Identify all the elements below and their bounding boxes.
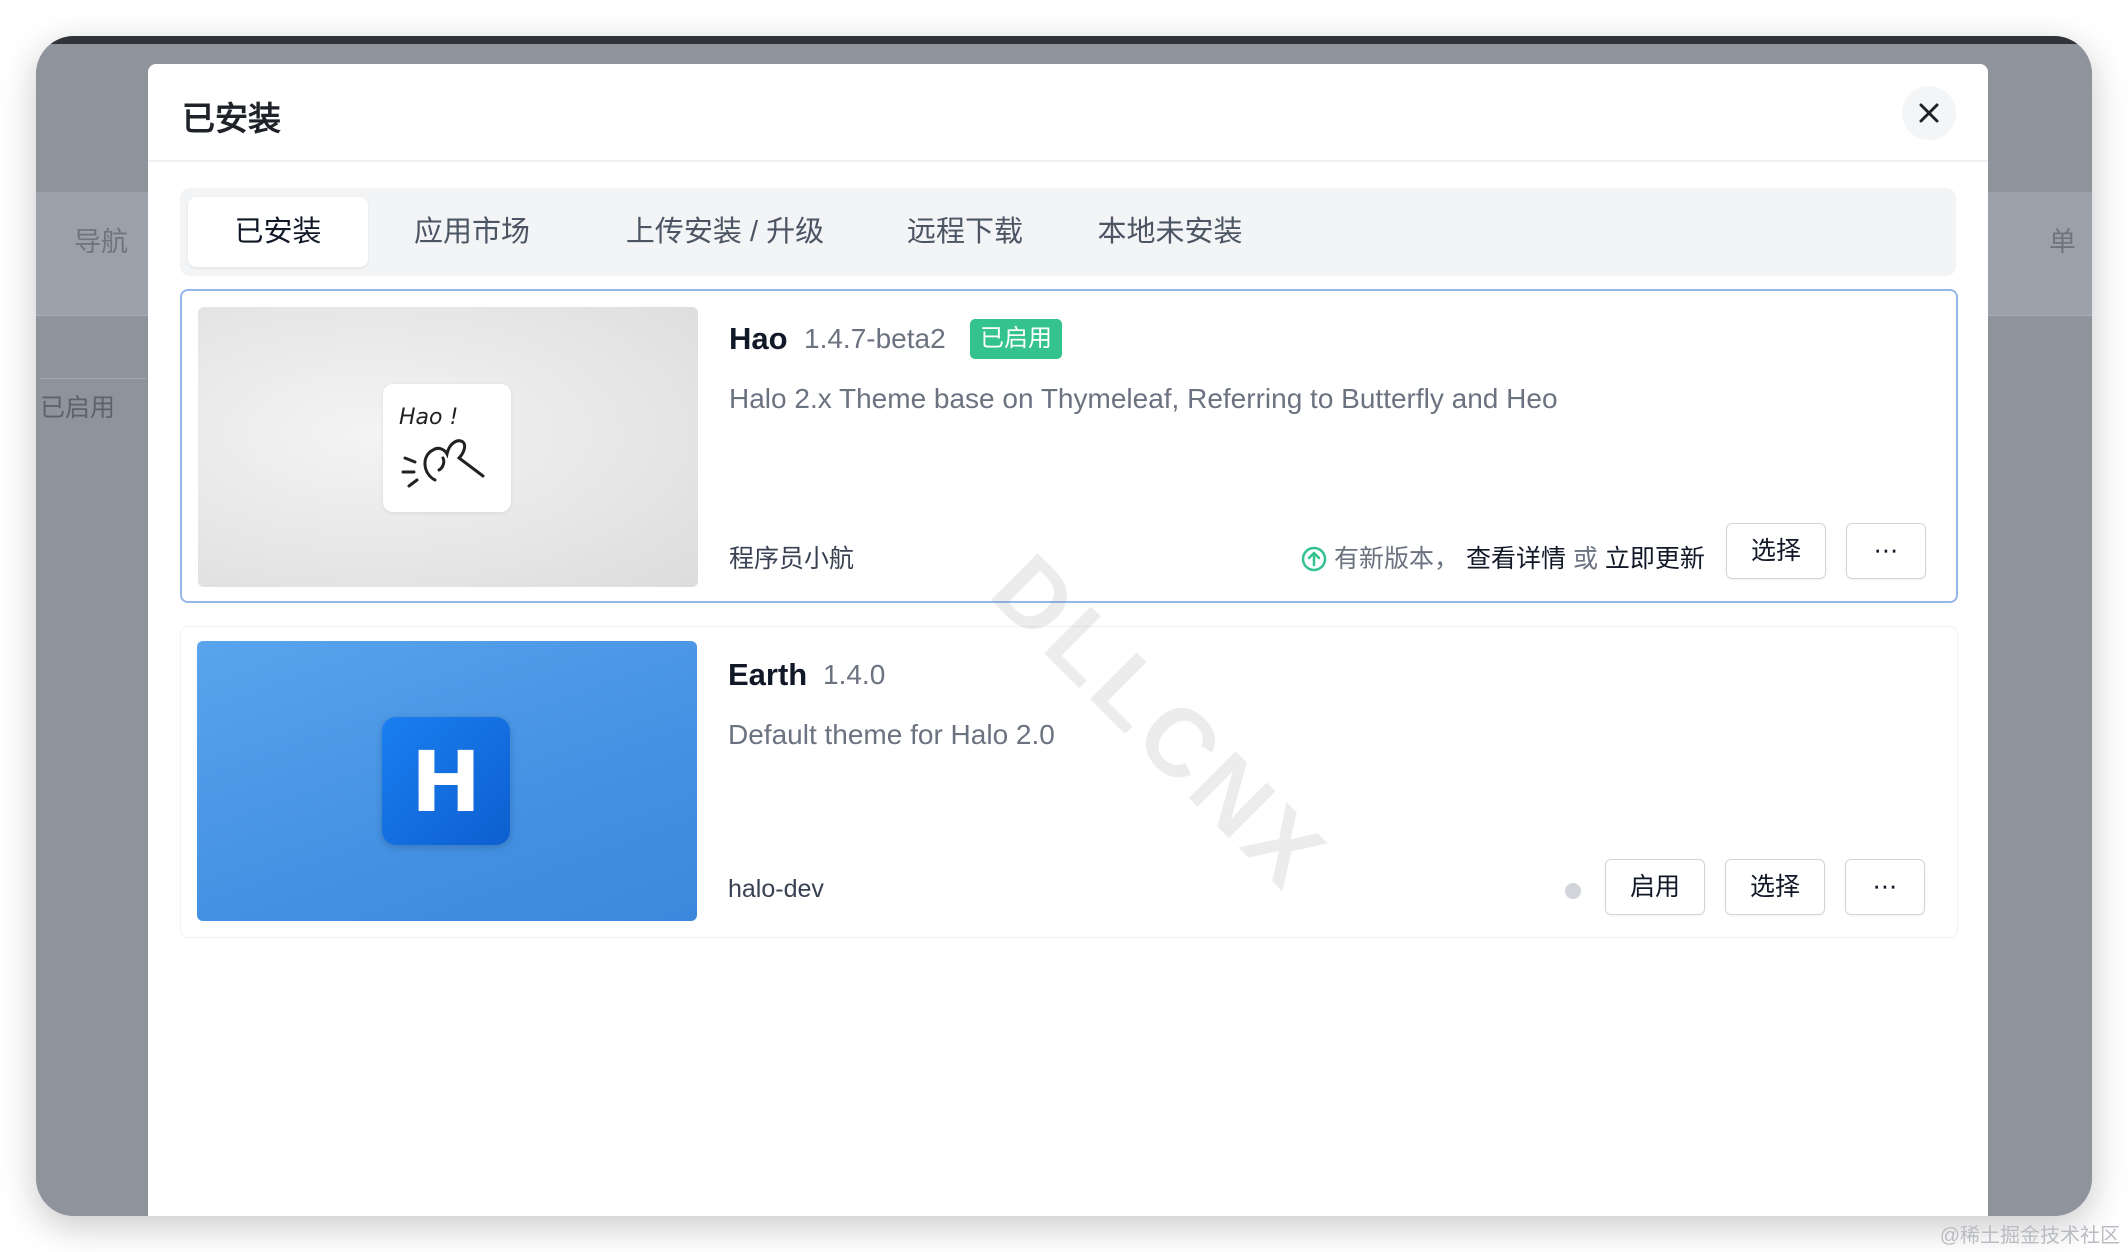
theme-description: Halo 2.x Theme base on Thymeleaf, Referr… [729, 383, 1558, 414]
tab-app-market[interactable]: 应用市场 [372, 197, 572, 267]
theme-card-earth[interactable]: H Earth 1.4.0 Default theme for Halo 2.0… [180, 626, 1958, 938]
halo-logo-letter: H [411, 733, 481, 831]
status-badge: 已启用 [970, 319, 1062, 359]
modal-title: 已安装 [182, 100, 281, 137]
theme-author: 程序员小航 [729, 545, 855, 573]
close-button[interactable] [1902, 86, 1956, 140]
enable-button[interactable]: 启用 [1605, 859, 1705, 915]
tab-upload-install[interactable]: 上传安装 / 升级 [590, 197, 860, 267]
select-button[interactable]: 选择 [1726, 523, 1826, 579]
tab-installed[interactable]: 已安装 [188, 197, 368, 267]
theme-version: 1.4.0 [823, 659, 886, 690]
halo-h-logo: H [382, 717, 510, 845]
inactive-status-dot [1565, 883, 1581, 899]
upgrade-icon [1301, 546, 1327, 572]
hao-logo-text: Hao ! [399, 405, 458, 430]
background-right-label: 单 [2049, 227, 2076, 257]
update-prefix: 有新版本， [1334, 545, 1460, 573]
select-button[interactable]: 选择 [1725, 859, 1825, 915]
theme-description: Default theme for Halo 2.0 [728, 719, 1055, 750]
window-top-bar [36, 36, 2092, 44]
update-or-text: 或 [1572, 545, 1598, 573]
background-nav-label: 导航 [74, 227, 128, 257]
theme-name: Hao [729, 321, 788, 356]
modal-header: 已安装 [148, 64, 1988, 162]
view-details-link[interactable]: 查看详情 [1466, 545, 1566, 573]
tab-local-not-installed[interactable]: 本地未安装 [1070, 197, 1270, 267]
tab-remote-download[interactable]: 远程下载 [880, 197, 1050, 267]
update-notice: 有新版本， 查看详情 或 立即更新 [1300, 539, 1705, 575]
app-window: 导航 单 已启用 已安装 已安装 应用市场 上传安装 / 升级 远程下载 本地未… [36, 36, 2092, 1216]
theme-author: halo-dev [728, 875, 824, 903]
tab-bar: 已安装 应用市场 上传安装 / 升级 远程下载 本地未安装 [180, 188, 1956, 276]
more-options-button[interactable]: ⋯ [1845, 859, 1925, 915]
theme-name: Earth [728, 657, 808, 692]
source-credit: @稀土掘金技术社区 [1939, 1225, 2120, 1247]
theme-thumbnail-earth: H [197, 641, 697, 921]
hao-logo: Hao ! [383, 384, 511, 512]
more-options-button[interactable]: ⋯ [1846, 523, 1926, 579]
update-now-link[interactable]: 立即更新 [1605, 545, 1705, 573]
theme-thumbnail-hao: Hao ! [198, 307, 698, 587]
background-enabled-label: 已启用 [40, 394, 116, 422]
theme-version: 1.4.7-beta2 [804, 323, 946, 354]
background-divider [40, 378, 146, 379]
close-icon [1919, 103, 1939, 123]
installed-themes-modal: 已安装 已安装 应用市场 上传安装 / 升级 远程下载 本地未安装 Hao ! [148, 64, 1988, 1216]
theme-card-hao[interactable]: Hao ! Hao 1.4.7-beta2 已启用 Halo 2.x Theme… [180, 289, 1958, 603]
